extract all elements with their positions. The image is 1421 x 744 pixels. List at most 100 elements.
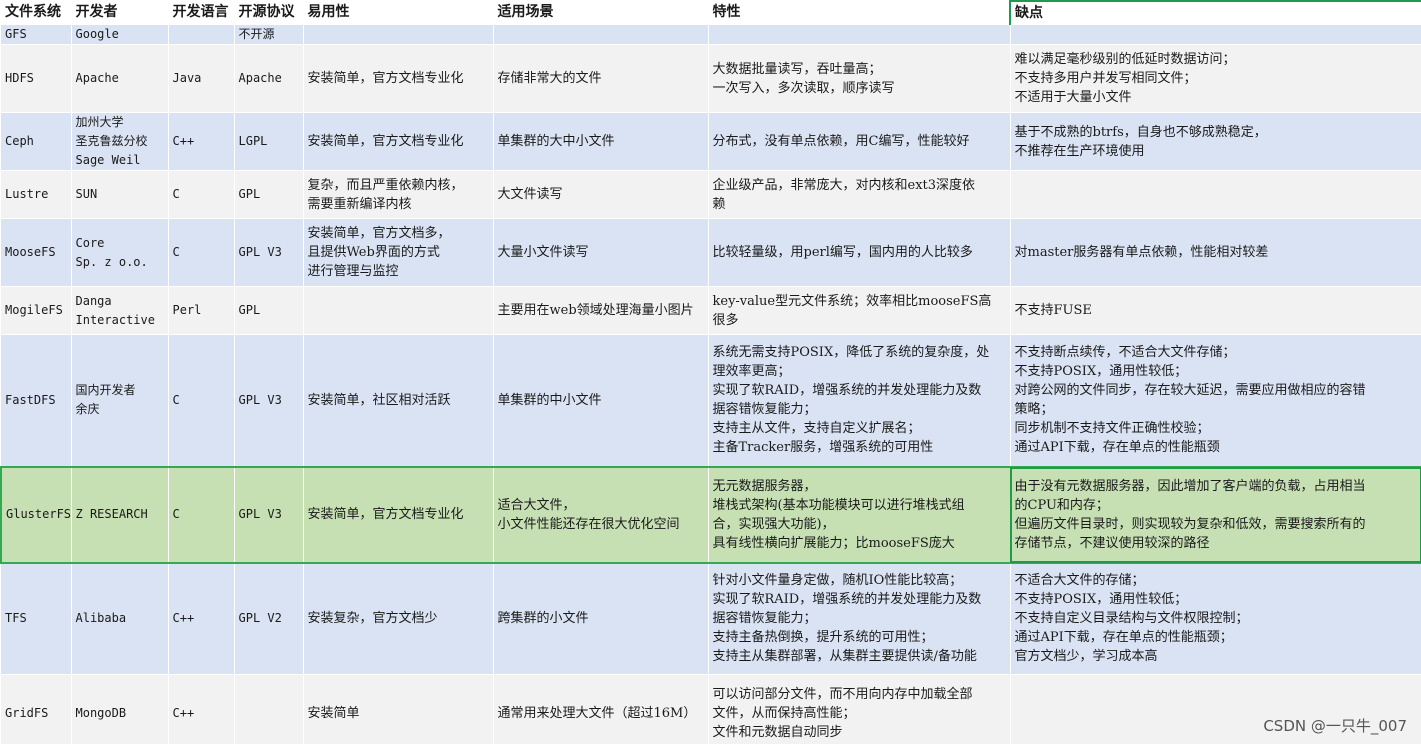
cell-language: C++ — [168, 562, 235, 675]
table-row: HDFS Apache Java Apache 安装简单，官方文档专业化 存储非常大的文件… — [1, 44, 1421, 113]
cell-line: 大数据批量读写，吞吐量高； — [712, 61, 882, 77]
cell-developer: 国内开发者 余庆 — [71, 334, 169, 467]
cell-license: LGPL — [234, 112, 304, 171]
cell-line: Interactive — [75, 312, 155, 327]
cell-usability — [303, 24, 494, 45]
cell-line: 适合大文件， — [497, 497, 576, 513]
cell-developer: Alibaba — [71, 562, 169, 675]
cell-language: C — [168, 465, 235, 564]
cell-developer: Danga Interactive — [71, 286, 169, 335]
cell-line: 不支持自定义目录结构与文件权限控制； — [1014, 611, 1249, 627]
cell-line: 分布式，没有单点依赖，用C编写，性能较好 — [712, 134, 970, 149]
cell-line: 理效率更高； — [712, 364, 791, 380]
cell-license: GPL V3 — [234, 218, 304, 287]
table-row: Ceph 加州大学 圣克鲁兹分校 Sage Weil C++ LGPL 安装简单，官方文档专… — [1, 112, 1421, 171]
cell-line: 通过API下载，存在单点的性能瓶颈 — [1014, 440, 1220, 456]
cell-filesystem: GFS — [1, 24, 72, 45]
cell-line: 策略； — [1014, 402, 1054, 418]
cell-line: 的CPU和内存； — [1014, 497, 1109, 513]
cell-features: 分布式，没有单点依赖，用C编写，性能较好 — [708, 112, 1011, 171]
cell-line: 由于没有元数据服务器，因此增加了客户端的负载，占用相当 — [1014, 478, 1366, 494]
cell-line: MongoDB — [75, 706, 127, 720]
cell-language: C — [168, 170, 235, 219]
cell-line: 不支持多用户并发写相同文件； — [1014, 71, 1197, 86]
cell-line: 实现了软RAID，增强系统的并发处理能力及数 — [712, 592, 982, 608]
cell-filesystem: FastDFS — [1, 334, 72, 467]
cell-line: 系统无需支持POSIX，降低了系统的复杂度，处 — [712, 345, 990, 361]
table-row: FastDFS 国内开发者 余庆 C GPL V3 安装简单，社区相对活跃 单集群的中小文件… — [1, 334, 1421, 467]
cell-line: Apache — [75, 71, 119, 85]
cell-language: C — [168, 218, 235, 287]
cell-line: 一次写入，多次读取，顺序读写 — [712, 80, 895, 96]
csdn-watermark: CSDN @一只牛_007 — [1263, 717, 1407, 735]
header-scenario: 适用场景 — [493, 1, 709, 25]
cell-line: 赖 — [712, 196, 726, 212]
cell-developer: MongoDB — [71, 674, 169, 744]
cell-line: 余庆 — [75, 402, 100, 417]
cell-license: GPL V2 — [234, 562, 304, 675]
cell-line: SUN — [75, 187, 98, 201]
cell-developer: SUN — [71, 170, 169, 219]
cell-line: 支持主从文件，支持自定义扩展名； — [712, 421, 921, 437]
cell-drawbacks — [1010, 170, 1421, 219]
cell-usability: 安装简单 — [303, 674, 494, 744]
cell-drawbacks: 难以满足毫秒级别的低延时数据访问； 不支持多用户并发写相同文件； 不适用于大量小文件 — [1010, 44, 1421, 113]
cell-line: 需要重新编译内核 — [307, 196, 412, 212]
cell-features: 比较轻量级，用perl编写，国内用的人比较多 — [708, 218, 1011, 287]
dfs-comparison-table: 文件系统 开发者 开发语言 开源协议 易用性 适用场景 特性 缺点 GFS Goo… — [0, 0, 1421, 744]
cell-filesystem: GridFS — [1, 674, 72, 744]
cell-filesystem: TFS — [1, 562, 72, 675]
cell-developer: Google — [71, 24, 169, 45]
cell-scenario: 单集群的中小文件 — [493, 334, 709, 467]
cell-line: 合，实现强大功能)， — [712, 516, 835, 532]
cell-line: 大文件读写 — [497, 187, 563, 202]
cell-line: 安装简单，官方文档专业化 — [307, 71, 464, 86]
header-usability: 易用性 — [303, 1, 494, 25]
cell-drawbacks: 不支持FUSE — [1010, 286, 1421, 335]
cell-usability: 安装简单，官方文档专业化 — [303, 465, 494, 564]
cell-drawbacks: 不支持断点续传，不适合大文件存储； 不支持POSIX，通用性较低； 对跨公网的文件同… — [1010, 334, 1421, 467]
cell-line: 支持主从集群部署，从集群主要提供读/备功能 — [712, 649, 977, 665]
cell-line: 针对小文件量身定做，随机IO性能比较高； — [712, 573, 963, 589]
cell-line: Google — [75, 27, 119, 41]
cell-line: 不支持FUSE — [1014, 303, 1092, 318]
cell-line: 据容错恢复能力； — [712, 611, 817, 627]
cell-line: 对master服务器有单点依赖，性能相对较差 — [1014, 245, 1269, 260]
cell-line: 不支持POSIX，通用性较低； — [1014, 364, 1188, 380]
cell-license: 不开源 — [234, 24, 304, 45]
cell-features: 针对小文件量身定做，随机IO性能比较高； 实现了软RAID，增强系统的并发处理能力… — [708, 562, 1011, 675]
header-drawbacks: 缺点 — [1009, 0, 1421, 25]
cell-line: 进行管理与监控 — [307, 264, 399, 279]
table-row: MogileFS Danga Interactive Perl GPL 主要用在web领域… — [1, 286, 1421, 335]
cell-line: 不支持POSIX，通用性较低； — [1014, 592, 1188, 608]
cell-line: 据容错恢复能力； — [712, 402, 817, 418]
cell-language: Perl — [168, 286, 235, 335]
cell-usability: 安装简单，官方文档专业化 — [303, 112, 494, 171]
cell-scenario: 大量小文件读写 — [493, 218, 709, 287]
cell-scenario: 大文件读写 — [493, 170, 709, 219]
cell-line: 安装简单，官方文档多， — [307, 226, 451, 241]
cell-filesystem: GlusterFS — [0, 465, 72, 564]
cell-line: 安装简单 — [307, 706, 360, 721]
cell-license: GPL — [234, 170, 304, 219]
header-license: 开源协议 — [234, 1, 304, 25]
cell-line: 安装简单，官方文档专业化 — [307, 134, 464, 149]
cell-line: 文件，从而保持高性能； — [712, 706, 856, 721]
cell-line: 不推荐在生产环境使用 — [1014, 143, 1145, 159]
cell-line: 存储非常大的文件 — [497, 71, 602, 86]
cell-drawbacks: 对master服务器有单点依赖，性能相对较差 — [1010, 218, 1421, 287]
cell-line: 国内开发者 — [75, 383, 136, 398]
cell-line: 同步机制不支持文件正确性校验； — [1014, 421, 1210, 437]
cell-line: 难以满足毫秒级别的低延时数据访问； — [1014, 52, 1236, 67]
cell-line: 单集群的大中小文件 — [497, 134, 615, 149]
table-row: GFS Google 不开源 — [1, 24, 1421, 45]
cell-features: 无元数据服务器， 堆栈式架构(基本功能模块可以进行堆栈式组 合，实现强大功能)， 具有… — [708, 465, 1011, 564]
cell-line: 且提供Web界面的方式 — [307, 245, 440, 260]
cell-scenario: 存储非常大的文件 — [493, 44, 709, 113]
cell-line: 基于不成熟的btrfs，自身也不够成熟稳定， — [1014, 124, 1267, 140]
cell-language: Java — [168, 44, 235, 113]
cell-line: 圣克鲁兹分校 — [75, 134, 148, 148]
cell-line: 不适用于大量小文件 — [1014, 90, 1132, 105]
cell-line: 比较轻量级，用perl编写，国内用的人比较多 — [712, 245, 973, 260]
cell-license: GPL — [234, 286, 304, 335]
